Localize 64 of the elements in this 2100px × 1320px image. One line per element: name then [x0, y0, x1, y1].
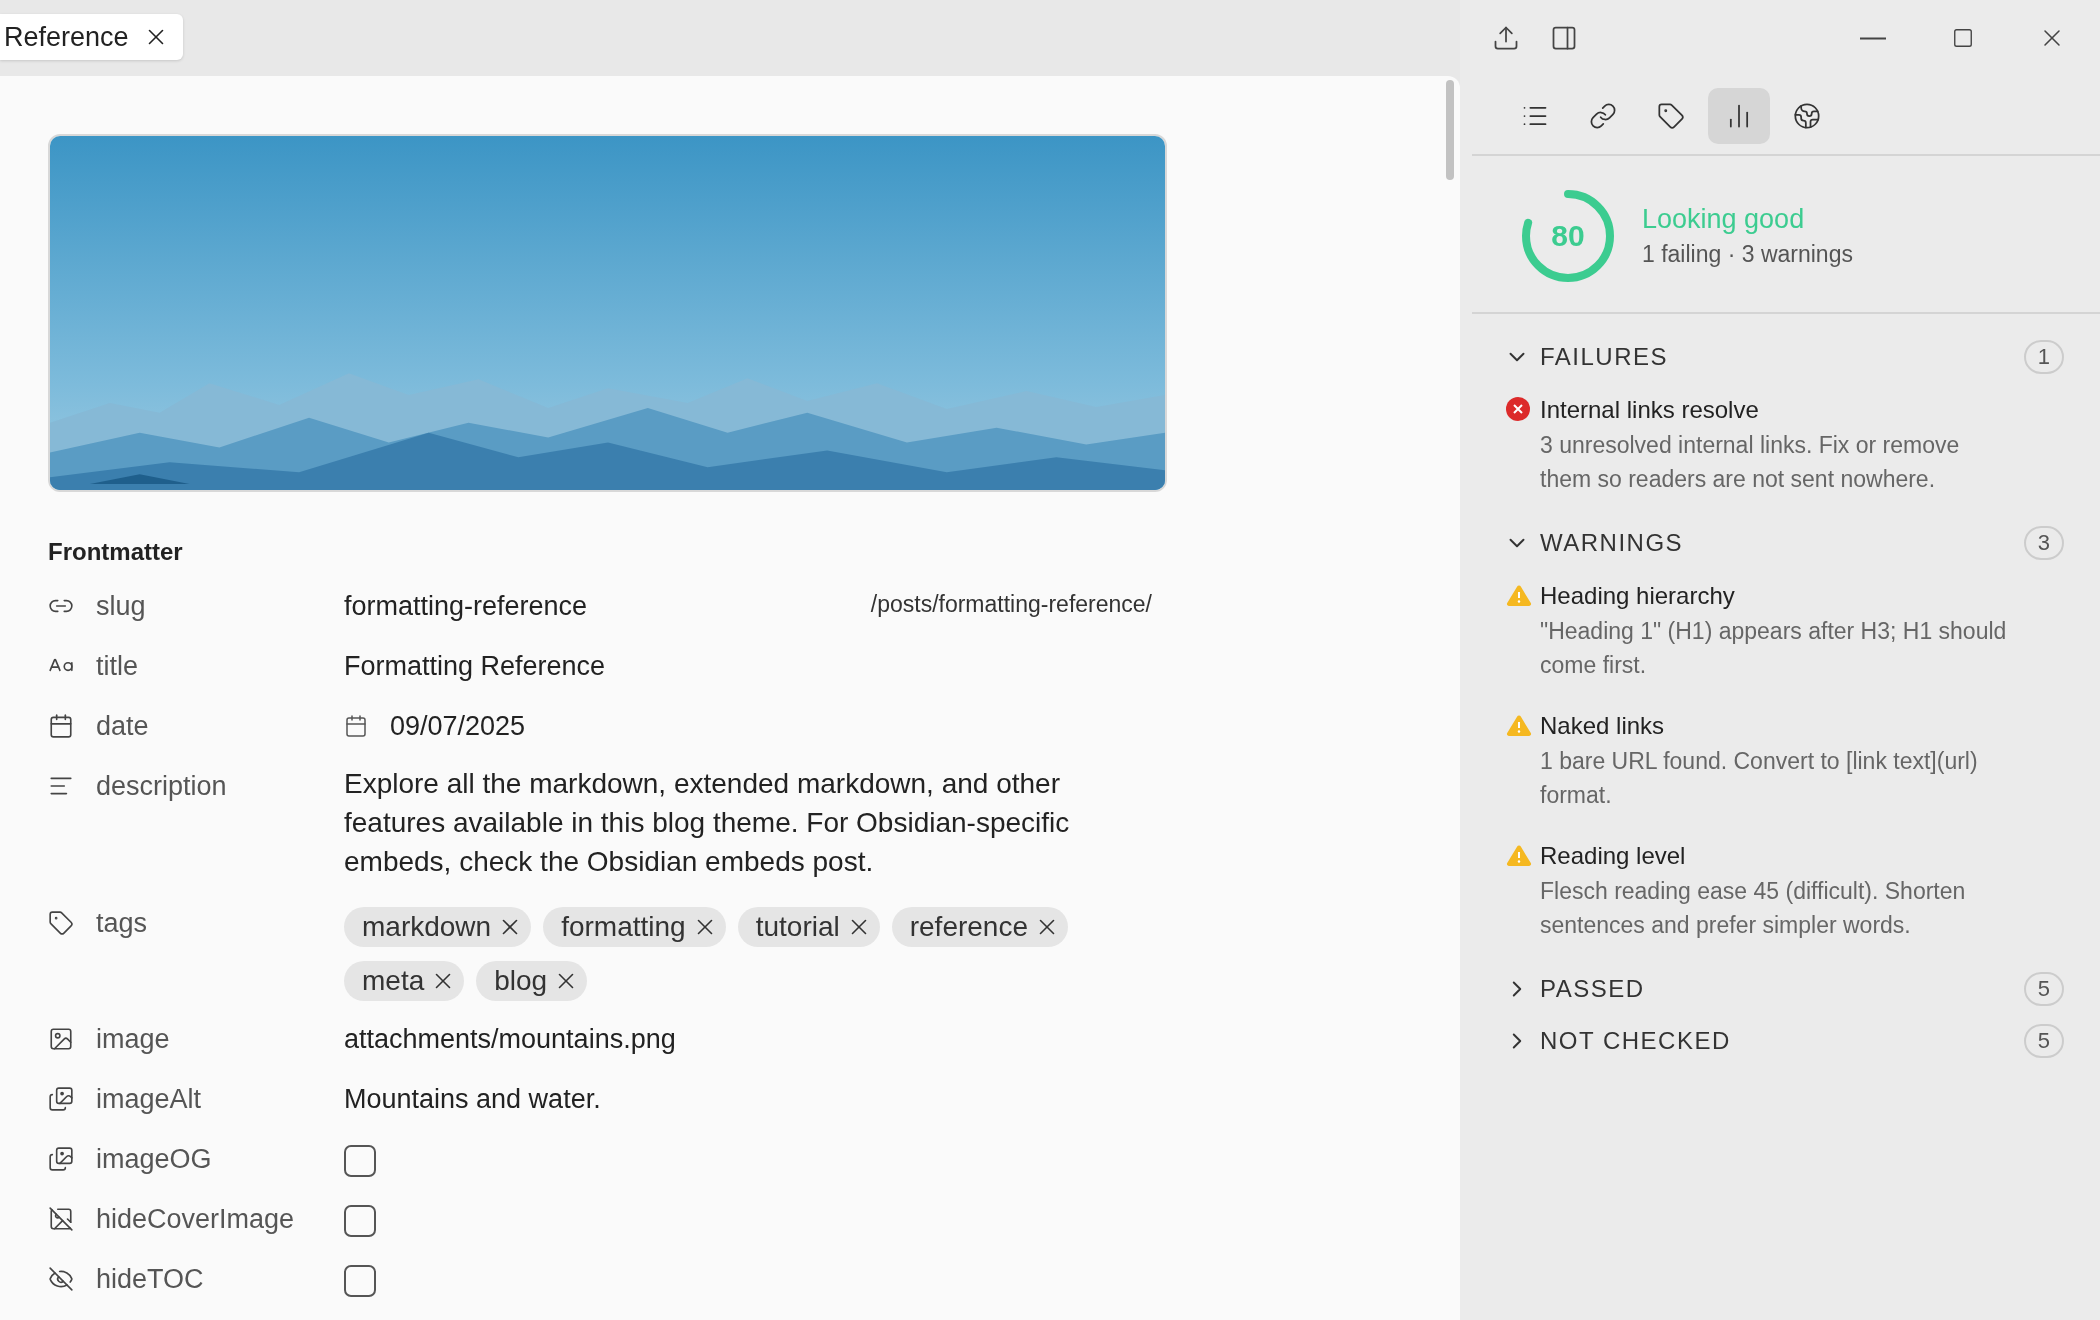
checkbox[interactable]	[344, 1145, 376, 1177]
calendar-icon	[48, 713, 74, 739]
property-name: imageAlt	[96, 1083, 202, 1115]
check-title: Reading level	[1540, 841, 1687, 871]
check-detail: 3 unresolved internal links. Fix or remove them so readers are not sent nowhere.	[1540, 431, 1961, 494]
tag-chip[interactable]: formatting	[543, 907, 726, 947]
property-name: date	[96, 710, 149, 742]
images-icon	[48, 1146, 74, 1172]
checkbox[interactable]	[344, 1205, 376, 1237]
property-value[interactable]: Formatting Reference	[344, 642, 606, 686]
tag-chip[interactable]: reference	[891, 907, 1068, 947]
property-name: description	[96, 770, 227, 802]
property-name: imageOG	[96, 1143, 212, 1175]
section-header[interactable]: FAILURES 1	[1504, 334, 2064, 380]
score-summary: 1 failing · 3 warnings	[1642, 241, 1853, 268]
tag-icon	[48, 910, 74, 936]
property-value[interactable]: formatting-reference	[344, 582, 588, 626]
check-detail: "Heading 1" (H1) appears after H3; H1 should come first.	[1540, 617, 2008, 680]
image-icon	[48, 1026, 74, 1052]
check-detail: Flesch reading ease 45 (difficult). Shorten sentences and prefer simpler words.	[1540, 877, 1967, 940]
checkbox[interactable]	[344, 1265, 376, 1297]
tag-chip[interactable]: meta	[344, 961, 465, 1001]
section-header[interactable]: NOT CHECKED 5	[1504, 1018, 2064, 1064]
link-icon	[1589, 102, 1617, 130]
check-title: Internal links resolve	[1540, 395, 1760, 425]
section-header[interactable]: PASSED 5	[1504, 966, 2064, 1012]
section-heading: Frontmatter	[48, 538, 184, 566]
property-name: slug	[96, 590, 146, 622]
check-detail: 1 bare URL found. Convert to [link text](url) format.	[1540, 747, 1979, 810]
globe-icon	[1793, 102, 1821, 130]
error-icon	[1506, 397, 1530, 421]
bar-chart-tab[interactable]	[1708, 88, 1770, 144]
document-tab[interactable]: Reference	[0, 14, 183, 60]
score-headline: Looking good	[1642, 204, 1806, 235]
section-header[interactable]: WARNINGS 3	[1504, 520, 2064, 566]
tag-chip[interactable]: blog	[476, 961, 588, 1001]
property-value[interactable]: Mountains and water.	[344, 1075, 601, 1119]
property-value[interactable]: Explore all the markdown, extended markdown, and other features available in this blog theme. For Obsidian-specific embeds, check the Obsidian embeds post.	[344, 762, 1104, 899]
score-value: 80	[1551, 219, 1585, 252]
scrollbar-thumb[interactable]	[1446, 80, 1454, 180]
property-name: image	[96, 1023, 170, 1055]
property-name: hideCoverImage	[96, 1203, 295, 1235]
calendar-icon[interactable]	[344, 714, 368, 738]
url-hint: /posts/formatting-reference/	[870, 590, 1152, 618]
images-icon	[48, 1086, 74, 1112]
property-value[interactable]: attachments/mountains.png	[344, 1015, 676, 1059]
tag-chip[interactable]: markdown	[344, 907, 532, 947]
date-value[interactable]: 09/07/2025	[390, 706, 526, 746]
property-name: tags	[96, 907, 148, 939]
eye-off-icon	[48, 1266, 74, 1292]
warning-icon	[1506, 584, 1532, 606]
warning-icon	[1506, 714, 1532, 736]
image-off-icon	[48, 1206, 74, 1232]
tag-chip[interactable]: tutorial	[737, 907, 880, 947]
minimize-icon	[1860, 36, 1886, 40]
property-name: title	[96, 650, 139, 682]
warning-icon	[1506, 844, 1532, 866]
check-title: Heading hierarchy	[1540, 581, 1736, 611]
maximize-icon	[1952, 27, 1974, 49]
check-title: Naked links	[1540, 711, 1666, 741]
upload-icon	[1492, 24, 1520, 52]
property-name: hideTOC	[96, 1263, 204, 1295]
tag-icon	[1657, 102, 1685, 130]
sidebar-icon	[1550, 24, 1578, 52]
